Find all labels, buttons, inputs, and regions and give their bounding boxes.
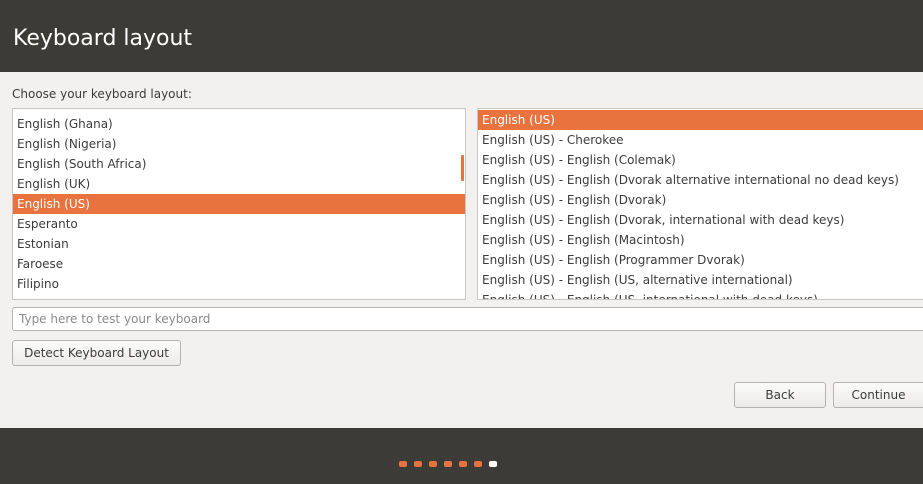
progress-dot	[459, 461, 467, 467]
layout-list-item[interactable]: Filipino	[13, 274, 465, 294]
layout-list-item[interactable]: Estonian	[13, 234, 465, 254]
variant-list-item-selected[interactable]: English (US)	[478, 110, 923, 130]
continue-button[interactable]: Continue	[833, 382, 923, 408]
variant-list-item[interactable]: English (US) - Cherokee	[478, 130, 923, 150]
progress-dot	[399, 461, 407, 467]
progress-dot	[474, 461, 482, 467]
detect-keyboard-layout-button[interactable]: Detect Keyboard Layout	[12, 340, 181, 366]
variant-list-item[interactable]: English (US) - English (Macintosh)	[478, 230, 923, 250]
progress-dots	[399, 461, 497, 467]
variant-list-item[interactable]: English (US) - English (Dvorak alternati…	[478, 170, 923, 190]
progress-dot	[444, 461, 452, 467]
variant-list-item[interactable]: English (US) - English (US, internationa…	[478, 290, 923, 299]
layout-list-item[interactable]: English (South Africa)	[13, 154, 465, 174]
back-button[interactable]: Back	[734, 382, 826, 408]
variant-list[interactable]: English (US) English (US) - Cherokee Eng…	[477, 108, 923, 300]
layout-list-item[interactable]: English (UK)	[13, 174, 465, 194]
variant-list-item[interactable]: English (US) - English (Programmer Dvora…	[478, 250, 923, 270]
progress-dot-current	[489, 461, 497, 467]
variant-list-item[interactable]: English (US) - English (Colemak)	[478, 150, 923, 170]
layout-list-item[interactable]: English (Nigeria)	[13, 134, 465, 154]
progress-dot	[414, 461, 422, 467]
page-title: Keyboard layout	[13, 26, 193, 51]
layout-list-item[interactable]: Esperanto	[13, 214, 465, 234]
variant-list-item[interactable]: English (US) - English (Dvorak, internat…	[478, 210, 923, 230]
layout-prompt: Choose your keyboard layout:	[12, 87, 192, 101]
title-bar: Keyboard layout	[0, 0, 923, 72]
variant-list-item[interactable]: English (US) - English (US, alternative …	[478, 270, 923, 290]
main-content: Choose your keyboard layout: English (Gh…	[0, 72, 923, 428]
variant-list-item[interactable]: English (US) - English (Dvorak)	[478, 190, 923, 210]
keyboard-test-input[interactable]	[12, 307, 923, 331]
layout-list-item[interactable]: Faroese	[13, 254, 465, 274]
progress-dot	[429, 461, 437, 467]
layout-list[interactable]: English (Ghana) English (Nigeria) Englis…	[12, 108, 466, 300]
layout-list-item-selected[interactable]: English (US)	[13, 194, 465, 214]
layout-list-scrollbar[interactable]	[461, 155, 464, 181]
footer-bar	[0, 428, 923, 484]
layout-list-item[interactable]: English (Ghana)	[13, 114, 465, 134]
layout-list-item[interactable]	[13, 294, 465, 299]
